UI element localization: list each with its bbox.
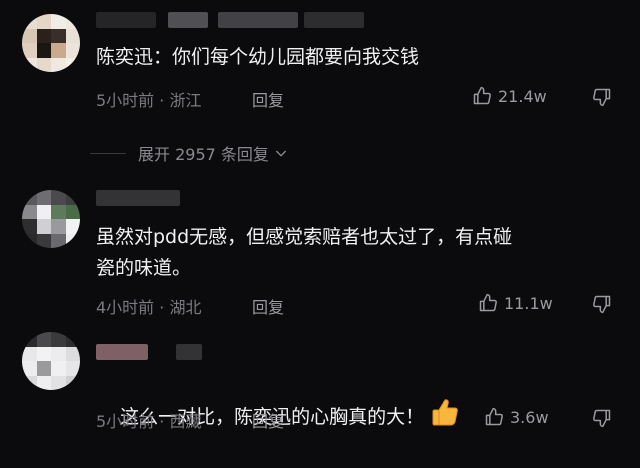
chevron-down-icon — [275, 150, 287, 157]
avatar[interactable] — [22, 14, 80, 72]
comment-meta: 4小时前 · 湖北 — [96, 298, 202, 317]
username-blurred[interactable] — [96, 12, 156, 28]
thumbs-down-icon — [593, 88, 611, 107]
username-blurred — [168, 12, 208, 28]
dislike-button[interactable] — [592, 408, 612, 428]
comment-meta: 5小时前 · 西藏 — [96, 412, 202, 431]
thumbs-down-icon — [593, 409, 611, 428]
like-count: 3.6w — [510, 407, 549, 427]
thumbs-up-icon — [479, 293, 497, 312]
like-button[interactable]: 21.4w — [472, 86, 547, 106]
expand-replies-label: 展开 2957 条回复 — [138, 145, 269, 164]
username-blurred — [176, 344, 202, 360]
reply-button[interactable]: 回复 — [252, 87, 284, 111]
expand-replies-button[interactable]: 展开 2957 条回复 — [90, 141, 289, 165]
thumbs-down-icon — [593, 295, 611, 314]
like-count: 11.1w — [504, 293, 553, 313]
divider — [90, 152, 126, 154]
username-blurred — [218, 12, 298, 28]
comment-meta: 5小时前 · 浙江 — [96, 91, 202, 110]
username-blurred — [304, 12, 364, 28]
comment-text: 虽然对pdd无感，但感觉索赔者也太过了，有点碰 瓷的味道。 — [96, 226, 513, 279]
avatar[interactable] — [22, 190, 80, 248]
thumbs-up-icon — [485, 407, 503, 426]
thumbs-up-icon — [473, 86, 491, 105]
like-count: 21.4w — [498, 86, 547, 106]
like-button[interactable]: 11.1w — [478, 293, 553, 313]
thumbs-up-emoji-icon — [430, 397, 460, 437]
like-button[interactable]: 3.6w — [484, 407, 549, 427]
username-blurred[interactable] — [96, 344, 148, 360]
avatar[interactable] — [22, 332, 80, 390]
reply-button[interactable]: 回复 — [252, 294, 284, 318]
dislike-button[interactable] — [592, 294, 612, 314]
comment-text: 陈奕迅：你们每个幼儿园都要向我交钱 — [96, 46, 420, 68]
username-blurred[interactable] — [96, 190, 180, 206]
dislike-button[interactable] — [592, 87, 612, 107]
reply-button[interactable]: 回复 — [252, 408, 284, 432]
